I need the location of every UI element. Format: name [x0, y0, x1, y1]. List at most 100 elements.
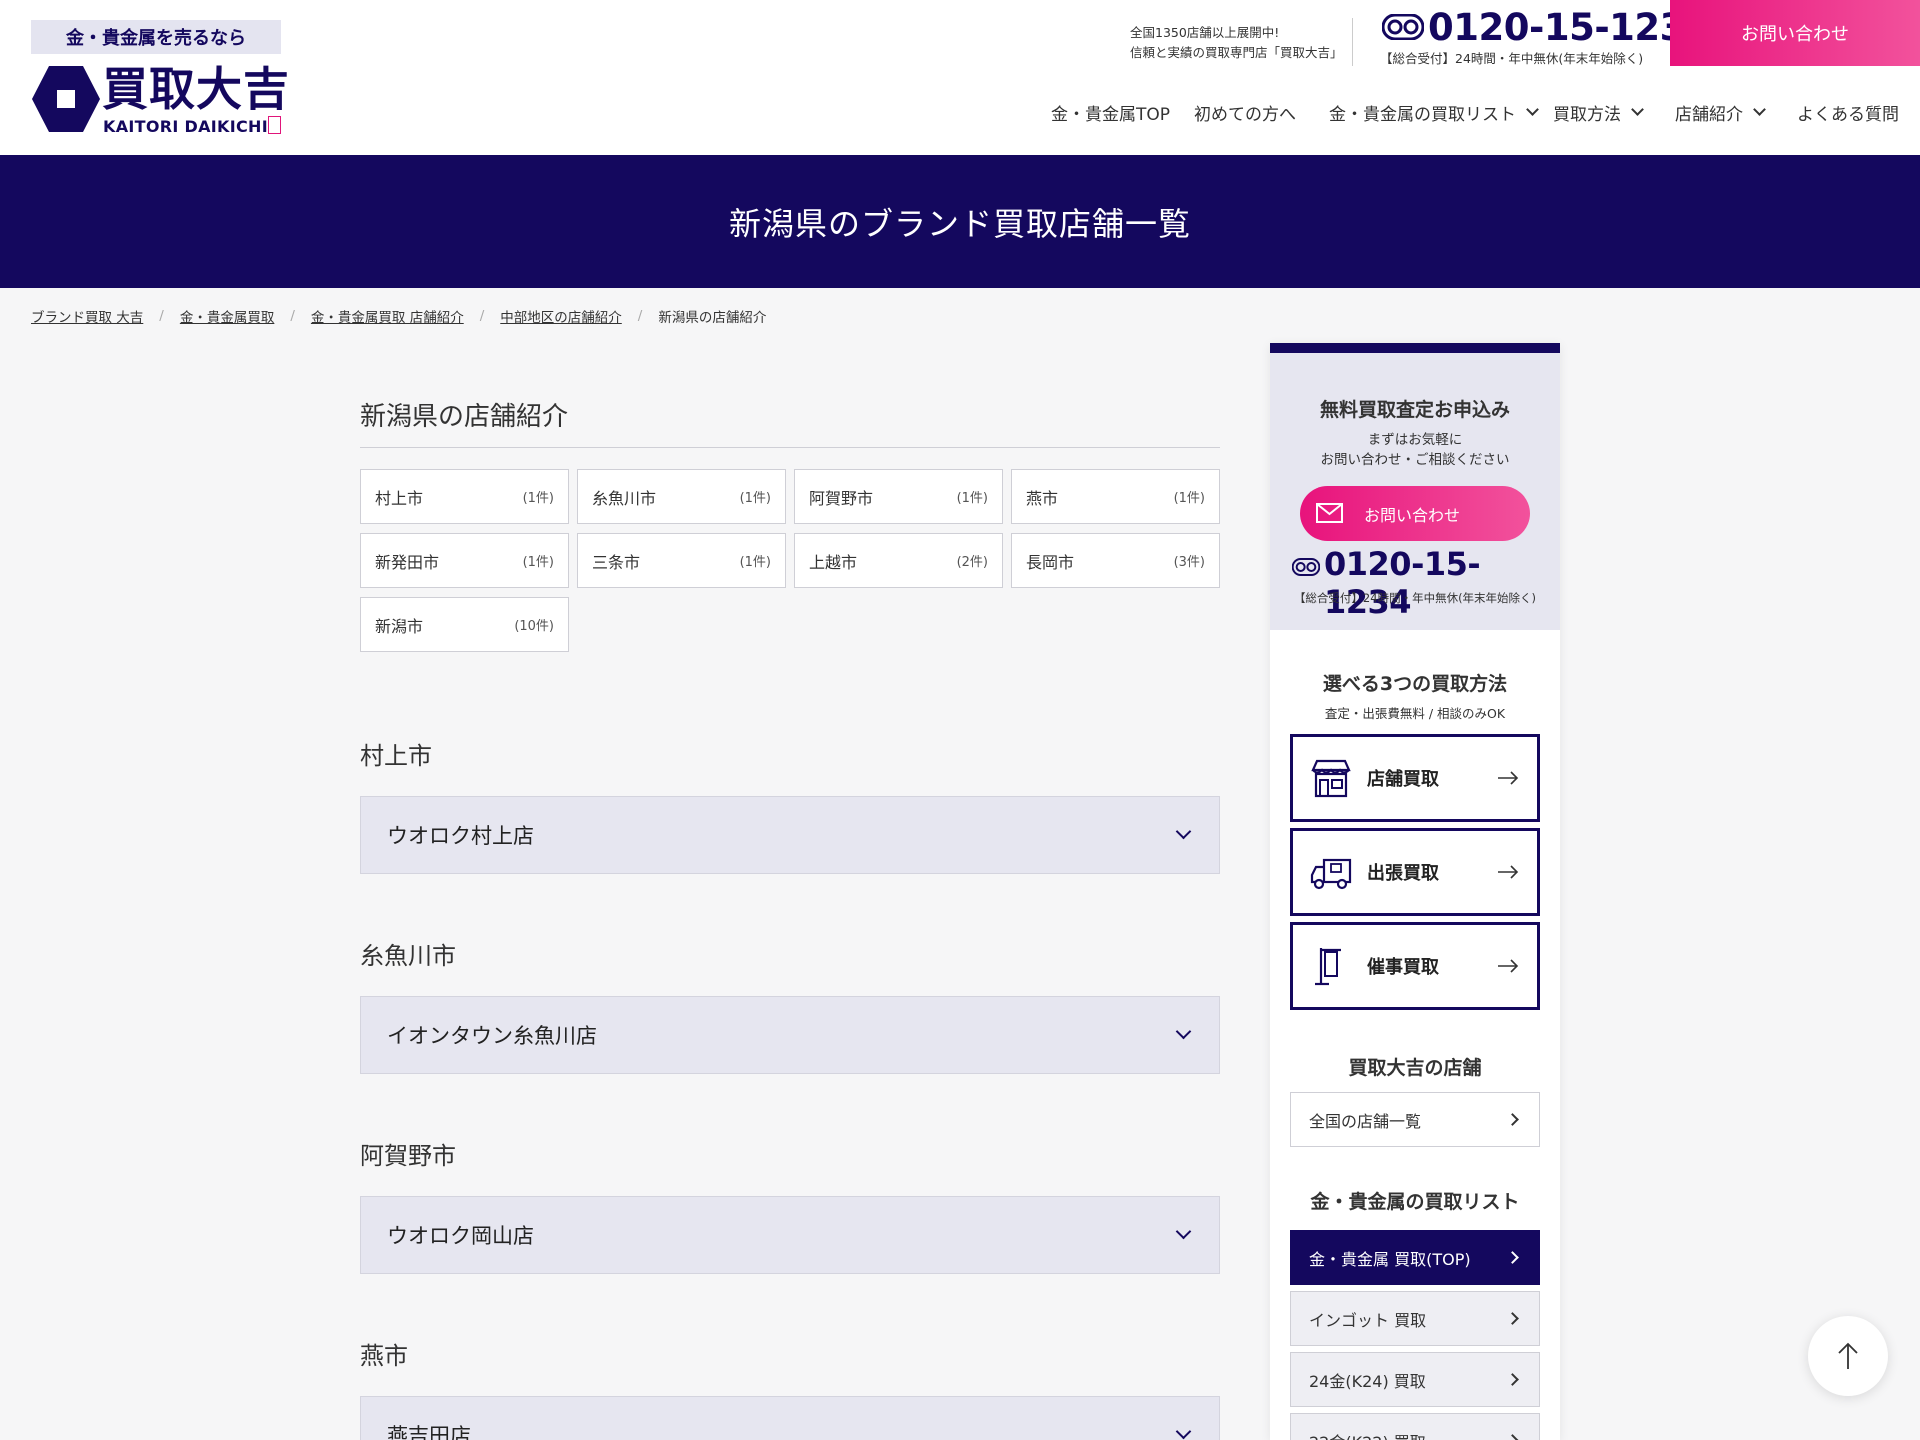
breadcrumb-link[interactable]: ブランド買取 大吉	[31, 306, 143, 326]
breadcrumb-separator: /	[637, 308, 643, 324]
store-accordion[interactable]: イオンタウン糸魚川店	[360, 996, 1220, 1074]
store-accordion[interactable]: ウオロク岡山店	[360, 1196, 1220, 1274]
store-name: ウオロク村上店	[387, 824, 534, 848]
store-name: 燕吉田店	[387, 1424, 471, 1440]
logo-mark-icon[interactable]	[31, 64, 101, 134]
link-label: 金・貴金属 買取(TOP)	[1309, 1249, 1471, 1269]
nav-item-buy-methods[interactable]: 買取方法	[1553, 100, 1644, 125]
city-link[interactable]: 阿賀野市 (1件)	[794, 469, 1003, 524]
city-section-heading: 燕市	[360, 1342, 408, 1370]
header-hours: 【総合受付】24時間・年中無休(年末年始除く)	[1380, 51, 1644, 66]
header-phone[interactable]: 0120-15-1234	[1428, 6, 1711, 49]
intro-line: 全国1350店舗以上展開中!	[1130, 25, 1280, 40]
store-name: イオンタウン糸魚川店	[387, 1024, 597, 1048]
nav-item-first-time[interactable]: 初めての方へ	[1194, 100, 1296, 125]
store-accordion[interactable]: ウオロク村上店	[360, 796, 1220, 874]
city-name: 長岡市	[1026, 552, 1075, 572]
header-divider	[1352, 18, 1353, 66]
arrow-up-icon	[1838, 1342, 1858, 1369]
stores-title: 買取大吉の店舗	[1348, 1057, 1482, 1079]
city-name: 燕市	[1026, 488, 1059, 508]
header-contact-button[interactable]: お問い合わせ	[1670, 0, 1920, 66]
city-count: (1件)	[739, 555, 771, 570]
arrow-right-icon	[1498, 771, 1519, 785]
chevron-down-icon	[1175, 1423, 1192, 1439]
arrow-right-icon	[1498, 959, 1519, 973]
city-link[interactable]: 新発田市 (1件)	[360, 533, 569, 588]
all-stores-link[interactable]: 全国の店舗一覧	[1290, 1092, 1540, 1147]
intro-line: 信頼と実績の買取専門店「買取大吉」	[1130, 45, 1343, 60]
nav-label: 買取方法	[1553, 105, 1621, 125]
mail-icon	[1316, 503, 1343, 523]
methods-subtitle: 査定・出張費無料 / 相談のみOK	[1324, 706, 1506, 721]
buy-list-item[interactable]: 24金(K24) 買取	[1290, 1352, 1540, 1407]
back-to-top-button[interactable]	[1808, 1316, 1888, 1396]
sidebar-hours: 【総合受付】24時間・年中無休(年末年始除く)	[1293, 591, 1537, 605]
sidebar-phone[interactable]: 0120-15-1234	[1324, 545, 1560, 621]
city-count: (1件)	[1173, 491, 1205, 506]
breadcrumb-link[interactable]: 金・貴金属買取	[180, 306, 275, 326]
city-link[interactable]: 三条市 (1件)	[577, 533, 786, 588]
logo-tagline[interactable]: 金・貴金属を売るなら	[31, 20, 281, 54]
nav-item-gold-top[interactable]: 金・貴金属TOP	[1051, 100, 1170, 125]
nav-label: よくある質問	[1797, 105, 1899, 125]
breadcrumb-link[interactable]: 金・貴金属買取 店舗紹介	[311, 306, 464, 326]
logo-wordmark[interactable]: 買取大吉	[102, 64, 290, 114]
city-count: (1件)	[522, 555, 554, 570]
freedial-icon	[1292, 558, 1320, 576]
sidebar-contact-button[interactable]: お問い合わせ	[1300, 486, 1530, 541]
city-name: 糸魚川市	[592, 488, 657, 508]
chevron-right-icon	[1506, 1113, 1519, 1126]
city-name: 新発田市	[375, 552, 440, 572]
city-link[interactable]: 燕市 (1件)	[1011, 469, 1220, 524]
nav-item-stores[interactable]: 店舗紹介	[1675, 100, 1766, 125]
truck-icon	[1310, 858, 1352, 890]
method-home-visit-button[interactable]: 出張買取	[1290, 828, 1540, 916]
chevron-right-icon	[1506, 1312, 1519, 1325]
page-title-banner: 新潟県のブランド買取店舗一覧	[0, 155, 1920, 288]
chevron-down-icon	[1753, 103, 1766, 116]
city-count: (3件)	[1173, 555, 1205, 570]
site-header: 金・貴金属を売るなら 買取大吉 KAITORI DAIKICHI 全国1350店…	[0, 0, 1920, 155]
link-label: 22金(K22) 買取	[1309, 1429, 1426, 1440]
chevron-down-icon	[1175, 823, 1192, 839]
method-label: 出張買取	[1367, 863, 1439, 884]
store-name: ウオロク岡山店	[387, 1224, 534, 1248]
method-store-button[interactable]: 店舗買取	[1290, 734, 1540, 822]
city-section-heading: 糸魚川市	[360, 942, 456, 970]
breadcrumb-link[interactable]: 中部地区の店舗紹介	[500, 306, 622, 326]
city-link[interactable]: 糸魚川市 (1件)	[577, 469, 786, 524]
breadcrumb-separator: /	[479, 308, 485, 324]
method-event-button[interactable]: 催事買取	[1290, 922, 1540, 1010]
city-link[interactable]: 上越市 (2件)	[794, 533, 1003, 588]
logo-subtext: KAITORI DAIKICHI	[103, 117, 268, 136]
chevron-right-icon	[1506, 1251, 1519, 1264]
chevron-down-icon	[1631, 103, 1644, 116]
page-title: 新潟県のブランド買取店舗一覧	[728, 204, 1191, 243]
methods-title: 選べる3つの買取方法	[1322, 673, 1508, 695]
nav-label: 初めての方へ	[1194, 105, 1296, 125]
city-count: (1件)	[522, 491, 554, 506]
city-link[interactable]: 新潟市 (10件)	[360, 597, 569, 652]
link-label: 24金(K24) 買取	[1309, 1371, 1426, 1391]
nav-item-buy-list[interactable]: 金・貴金属の買取リスト	[1329, 100, 1539, 125]
buy-list-item[interactable]: 22金(K22) 買取	[1290, 1413, 1540, 1440]
chevron-down-icon	[1175, 1023, 1192, 1039]
sidebar-cta-panel: 無料買取査定お申込み まずはお気軽に お問い合わせ・ご相談ください お問い合わせ…	[1270, 353, 1560, 630]
nav-item-faq[interactable]: よくある質問	[1797, 100, 1899, 125]
contact-button-label: お問い合わせ	[1364, 505, 1461, 525]
header-intro: 全国1350店舗以上展開中! 信頼と実績の買取専門店「買取大吉」	[1130, 23, 1343, 63]
city-link[interactable]: 長岡市 (3件)	[1011, 533, 1220, 588]
banner-flag-icon	[1315, 948, 1341, 986]
chevron-right-icon	[1506, 1373, 1519, 1386]
arrow-right-icon	[1498, 865, 1519, 879]
city-link[interactable]: 村上市 (1件)	[360, 469, 569, 524]
breadcrumb: ブランド買取 大吉 / 金・貴金属買取 / 金・貴金属買取 店舗紹介 / 中部地…	[31, 306, 766, 326]
nav-label: 店舗紹介	[1675, 105, 1743, 125]
buy-list-item[interactable]: インゴット 買取	[1290, 1291, 1540, 1346]
city-count: (1件)	[739, 491, 771, 506]
buy-list-item-active[interactable]: 金・貴金属 買取(TOP)	[1290, 1230, 1540, 1285]
breadcrumb-separator: /	[290, 308, 295, 324]
store-accordion[interactable]: 燕吉田店	[360, 1396, 1220, 1440]
sidebar: 無料買取査定お申込み まずはお気軽に お問い合わせ・ご相談ください お問い合わせ…	[1270, 343, 1560, 1440]
